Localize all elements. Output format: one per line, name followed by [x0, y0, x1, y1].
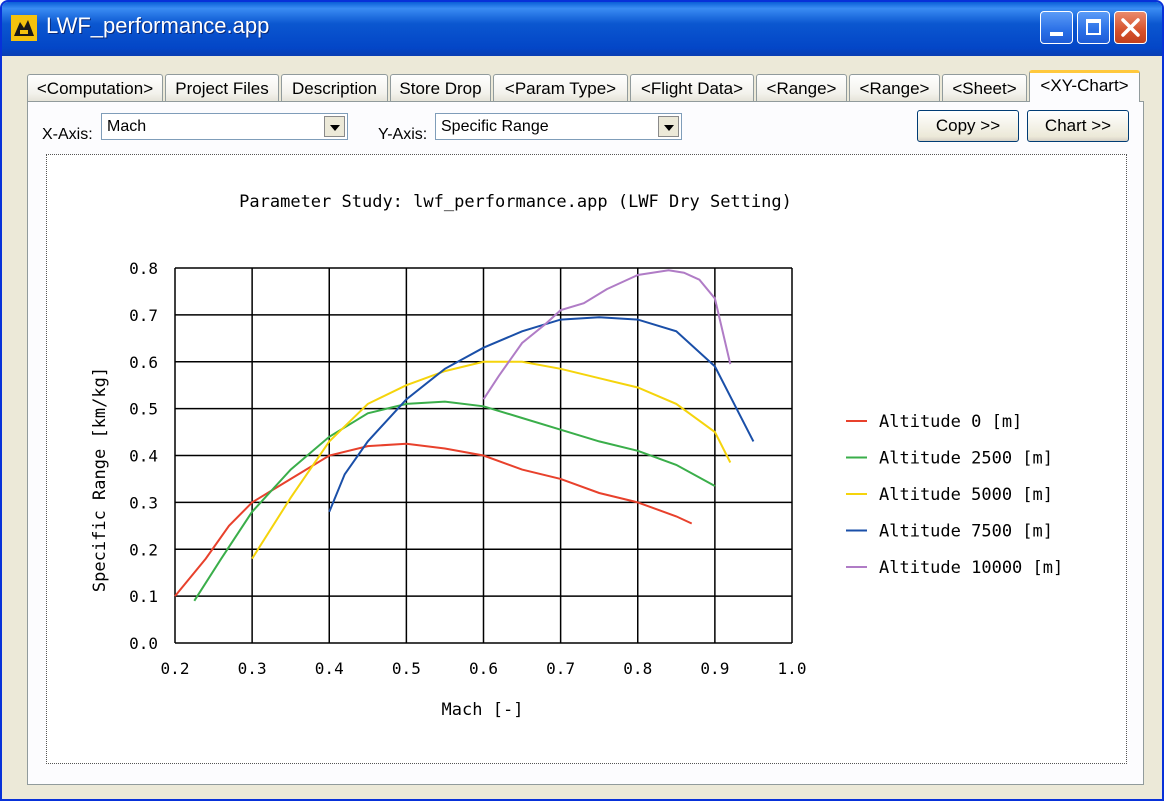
chart-title: Parameter Study: lwf_performance.app (LW… — [239, 192, 792, 212]
tab-param-type[interactable]: <Param Type> — [493, 74, 628, 101]
minimize-icon — [1050, 32, 1063, 36]
tab-flight-data[interactable]: <Flight Data> — [630, 74, 754, 101]
x-tick-label: 0.9 — [700, 659, 729, 678]
y-axis-value: Specific Range — [441, 118, 549, 135]
x-axis-value: Mach — [107, 118, 147, 135]
x-tick-label: 0.5 — [392, 659, 421, 678]
window-title: LWF_performance.app — [46, 13, 270, 38]
y-axis-label: Y-Axis: — [378, 126, 428, 143]
y-tick-label: 0.8 — [129, 259, 158, 278]
x-tick-label: 0.3 — [238, 659, 267, 678]
x-tick-label: 0.4 — [315, 659, 344, 678]
y-tick-label: 0.5 — [129, 400, 158, 419]
legend-entry: Altitude 5000 [m] — [879, 485, 1053, 505]
tab-computation[interactable]: <Computation> — [27, 74, 163, 101]
y-tick-label: 0.0 — [129, 634, 158, 653]
chevron-down-icon[interactable] — [324, 116, 345, 137]
y-tick-label: 0.1 — [129, 587, 158, 606]
chart-button[interactable]: Chart >> — [1027, 110, 1129, 142]
x-tick-label: 0.8 — [623, 659, 652, 678]
y-tick-label: 0.6 — [129, 353, 158, 372]
x-tick-label: 0.7 — [546, 659, 575, 678]
tab-store-drop[interactable]: Store Drop — [390, 74, 491, 101]
legend-entry: Altitude 7500 [m] — [879, 522, 1053, 542]
x-tick-label: 0.6 — [469, 659, 498, 678]
close-button[interactable] — [1114, 11, 1147, 44]
legend-entry: Altitude 2500 [m] — [879, 449, 1053, 469]
minimize-button[interactable] — [1040, 11, 1073, 44]
tab-description[interactable]: Description — [281, 74, 388, 101]
maximize-button[interactable] — [1077, 11, 1110, 44]
tab-sheet[interactable]: <Sheet> — [942, 74, 1027, 101]
legend-entry: Altitude 0 [m] — [879, 412, 1022, 432]
y-tick-label: 0.3 — [129, 493, 158, 512]
x-axis-label: X-Axis: — [42, 126, 93, 143]
x-tick-label: 0.2 — [161, 659, 190, 678]
tab-project-files[interactable]: Project Files — [165, 74, 279, 101]
legend-entry: Altitude 10000 [m] — [879, 558, 1063, 578]
x-axis-select[interactable]: Mach — [101, 113, 348, 140]
tab-range-1[interactable]: <Range> — [756, 74, 847, 101]
close-icon — [1121, 18, 1140, 37]
maximize-icon — [1086, 19, 1101, 35]
tab-xy-chart[interactable]: <XY-Chart> — [1029, 70, 1140, 102]
copy-button[interactable]: Copy >> — [917, 110, 1019, 142]
x-tick-label: 1.0 — [778, 659, 807, 678]
y-tick-label: 0.7 — [129, 306, 158, 325]
y-axis-select[interactable]: Specific Range — [435, 113, 682, 140]
xy-chart: Parameter Study: lwf_performance.app (LW… — [90, 192, 1063, 720]
x-axis-title: Mach [-] — [442, 700, 524, 720]
y-axis-title: Specific Range [km/kg] — [90, 367, 110, 592]
chevron-down-icon[interactable] — [658, 116, 679, 137]
series-line — [251, 360, 732, 560]
y-tick-label: 0.2 — [129, 540, 158, 559]
y-tick-label: 0.4 — [129, 447, 158, 466]
title-bar[interactable]: LWF_performance.app — [2, 2, 1162, 56]
app-window: LWF_performance.app <Computation> Projec… — [0, 0, 1164, 801]
tab-range-2[interactable]: <Range> — [849, 74, 940, 101]
chart-area: Parameter Study: lwf_performance.app (LW… — [46, 154, 1127, 764]
app-icon — [11, 15, 37, 41]
